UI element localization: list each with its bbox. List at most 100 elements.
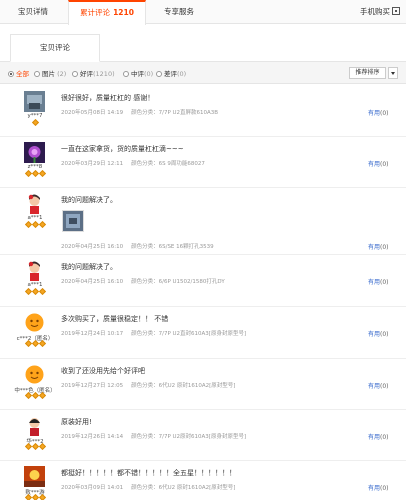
tab-item-details[interactable]: 宝贝详情 <box>0 0 66 24</box>
useful-button[interactable]: 有用(0) <box>368 432 389 441</box>
tab-service[interactable]: 专享服务 <box>150 0 208 24</box>
useful-count: (0) <box>380 161 389 168</box>
useful-label: 有用 <box>368 279 381 286</box>
user-avatar[interactable] <box>24 466 45 487</box>
diamond-icon <box>38 493 46 500</box>
user-avatar[interactable] <box>24 415 45 436</box>
review-meta: 2019年12月27日 12:05 颜色分类：6代U2 原封1610A2[原封型号… <box>61 381 235 389</box>
filter-label: 图片 <box>42 70 55 78</box>
tab-item-reviews[interactable]: 宝贝评论 <box>10 34 100 62</box>
useful-button[interactable]: 有用(0) <box>368 381 389 390</box>
review-item: 华***2原装好用!2019年12月26日 14:14颜色分类：7/7P U2原… <box>0 410 406 461</box>
radio-icon <box>8 71 14 77</box>
diamond-icon <box>38 391 46 400</box>
useful-label: 有用 <box>368 244 381 251</box>
diamond-icon <box>24 169 32 178</box>
diamond-icon <box>31 442 39 451</box>
reviewer-rank <box>0 493 70 500</box>
diamond-icon <box>31 287 39 296</box>
review-sku: 颜色分类：6S 9周功能68027 <box>131 161 205 167</box>
review-item: 中***色（匿名）收到了还没用先给个好评吧2019年12月27日 12:05颜色… <box>0 359 406 410</box>
review-item: z***8 一直在这家拿货，货的质量杠杠滴~~~ 2020年03月29日 12:11… <box>0 137 406 188</box>
diamond-icon <box>24 287 32 296</box>
diamond-icon <box>24 493 32 500</box>
tab-reviews[interactable]: 累计评论 1210 <box>68 0 146 25</box>
reviewer-rank <box>0 339 70 348</box>
user-avatar[interactable] <box>24 364 45 385</box>
diamond-icon <box>24 220 32 229</box>
reviewer-rank <box>0 391 70 400</box>
useful-button[interactable]: 有用(0) <box>368 108 389 117</box>
review-sku: 颜色分类：6S/SE 16颗打孔3539 <box>131 244 214 250</box>
useful-label: 有用 <box>368 434 381 441</box>
filter-label: 好评 <box>80 70 93 78</box>
radio-icon <box>34 71 40 77</box>
user-avatar[interactable] <box>24 142 45 163</box>
filter-label: 中评 <box>131 70 144 78</box>
filter-good[interactable]: 好评(1210) <box>72 68 115 78</box>
useful-label: 有用 <box>368 331 381 338</box>
review-text: 收到了还没用先给个好评吧 <box>61 367 145 375</box>
filter-count: (0) <box>144 70 154 78</box>
review-date: 2020年05月08日 14:19 <box>61 110 124 116</box>
review-item: y***7 很好很好，质量杠杠的 感谢！ 2020年05月08日 14:19 颜色分类… <box>0 86 406 137</box>
review-text: 多次购买了，质量很稳定！！ 不错 <box>61 315 169 323</box>
useful-label: 有用 <box>368 110 381 117</box>
review-date: 2020年03月09日 14:01 <box>61 485 124 491</box>
useful-button[interactable]: 有用(0) <box>368 242 389 251</box>
diamond-icon <box>24 339 32 348</box>
reviewer-rank <box>0 118 70 127</box>
reviewer-rank <box>0 287 70 296</box>
user-avatar[interactable] <box>24 260 45 281</box>
useful-label: 有用 <box>368 485 381 492</box>
useful-button[interactable]: 有用(0) <box>368 329 389 338</box>
diamond-icon <box>31 391 39 400</box>
useful-count: (0) <box>380 331 389 338</box>
filter-label: 差评 <box>164 70 177 78</box>
filter-images[interactable]: 图片 (2) <box>34 68 66 78</box>
chevron-down-icon[interactable] <box>388 67 398 79</box>
review-item: c***2（匿名）多次购买了，质量很稳定！！ 不错2019年12月24日 10:… <box>0 307 406 359</box>
reviewer-rank <box>0 169 70 178</box>
useful-count: (0) <box>380 244 389 251</box>
useful-button[interactable]: 有用(0) <box>368 483 389 492</box>
qr-code-icon <box>392 7 400 15</box>
diamond-icon <box>38 339 46 348</box>
user-avatar[interactable] <box>24 91 45 112</box>
review-meta: 2020年04月25日 16:10 颜色分类：6S/SE 16颗打孔3539 <box>61 242 214 250</box>
review-item: a***1 我的问题解决了。 2020年04月25日 16:10 颜色分类：6/6P … <box>0 255 406 307</box>
diamond-icon <box>38 287 46 296</box>
filter-all[interactable]: 全部 <box>8 68 29 78</box>
sort-select[interactable]: 推荐排序 <box>349 67 386 79</box>
radio-icon <box>72 71 78 77</box>
radio-icon <box>156 71 162 77</box>
useful-button[interactable]: 有用(0) <box>368 159 389 168</box>
mobile-buy-link[interactable]: 手机购买 <box>360 0 400 24</box>
diamond-icon <box>31 493 39 500</box>
review-sku: 颜色分类：7/7P U2直屏款610A3B <box>131 110 219 116</box>
filter-bad[interactable]: 差评(0) <box>156 68 186 78</box>
review-text: 很好很好，质量杠杠的 感谢！ <box>61 94 155 102</box>
useful-button[interactable]: 有用(0) <box>368 277 389 286</box>
review-sku: 颜色分类：6代U2 原封1610A2[原封型号] <box>131 485 236 491</box>
top-tab-bar: 宝贝详情 累计评论 1210 专享服务 手机购买 <box>0 0 406 25</box>
user-avatar[interactable] <box>24 193 45 214</box>
review-date: 2019年12月27日 12:05 <box>61 383 124 389</box>
filter-count: (2) <box>57 70 67 78</box>
diamond-icon <box>31 169 39 178</box>
review-photo-thumbnail[interactable] <box>62 210 84 232</box>
useful-count: (0) <box>380 383 389 390</box>
user-avatar[interactable] <box>24 312 45 333</box>
tab-reviews-count: 1210 <box>113 8 134 17</box>
reviewer-rank <box>0 442 70 451</box>
review-meta: 2020年04月25日 16:10 颜色分类：6/6P U1502/1580打孔D… <box>61 277 225 285</box>
review-text: 都挺好！！！！！都不错！！！！！全五星！！！！！！ <box>61 469 236 477</box>
useful-count: (0) <box>380 279 389 286</box>
review-date: 2020年03月29日 12:11 <box>61 161 124 167</box>
diamond-icon <box>38 220 46 229</box>
review-text: 原装好用! <box>61 418 92 426</box>
filter-neutral[interactable]: 中评(0) <box>123 68 153 78</box>
review-item: a***1 我的问题解决了。 2020年04月25日 16:10 颜色分类：6S/SE… <box>0 188 406 255</box>
diamond-icon <box>24 391 32 400</box>
review-meta: 2020年03月09日 14:01 颜色分类：6代U2 原封1610A2[原封型号… <box>61 483 235 491</box>
